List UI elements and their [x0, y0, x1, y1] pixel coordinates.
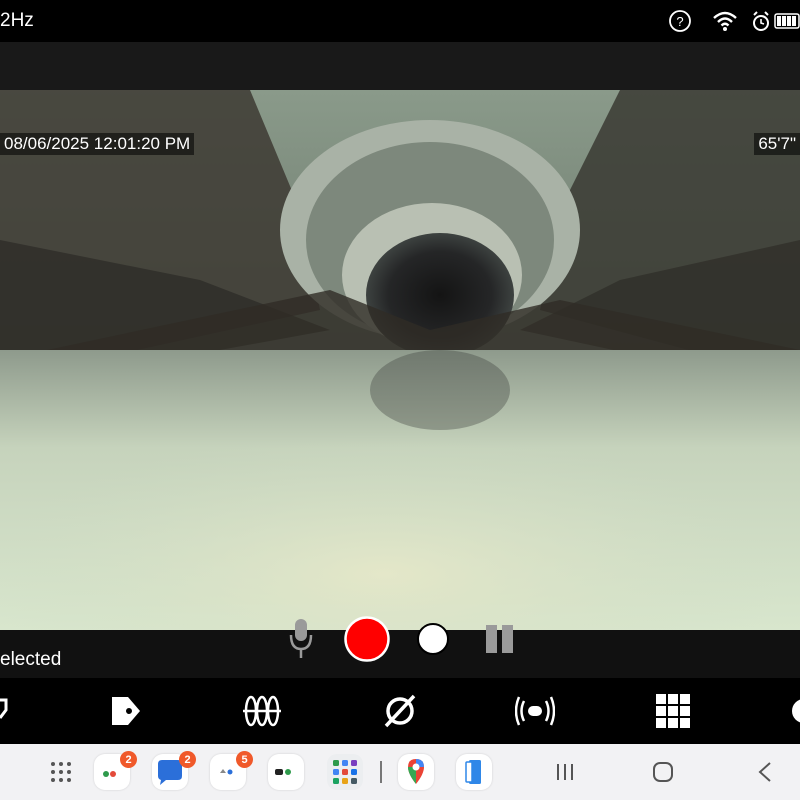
app-header-band: [0, 42, 800, 90]
timestamp-overlay: 08/06/2025 12:01:20 PM: [0, 133, 195, 155]
diameter-icon[interactable]: [380, 690, 420, 732]
alarm-icon: [750, 8, 772, 34]
control-bar: [0, 630, 800, 678]
partial-icon[interactable]: [0, 690, 10, 732]
messages-badge: 2: [179, 751, 196, 768]
home-button[interactable]: [648, 758, 678, 786]
grid-icon[interactable]: [654, 690, 692, 732]
dock-divider: [380, 761, 382, 783]
snapshot-button[interactable]: [416, 622, 450, 656]
pause-button[interactable]: [484, 624, 516, 654]
app-folder-1-badge: 2: [120, 751, 137, 768]
maps-app-icon[interactable]: [398, 754, 434, 790]
svg-text:?: ?: [676, 14, 683, 29]
record-button[interactable]: [344, 616, 390, 662]
wifi-icon: [711, 8, 739, 34]
back-button[interactable]: [750, 758, 780, 786]
tag-icon[interactable]: [104, 690, 144, 732]
app-drawer-icon[interactable]: [48, 759, 74, 785]
frequency-text: 2Hz: [0, 10, 34, 31]
app-folder-4[interactable]: [268, 754, 304, 790]
pipe-segments-icon[interactable]: [240, 690, 284, 732]
recents-button[interactable]: [550, 758, 580, 786]
app-folder-3-badge: 5: [236, 751, 253, 768]
help-circle-icon[interactable]: ?: [667, 8, 693, 34]
distance-overlay: 65'7": [754, 133, 800, 155]
microphone-icon[interactable]: [287, 617, 315, 661]
camera-feed[interactable]: [0, 90, 800, 630]
battery-icon: [774, 8, 800, 34]
sonde-icon[interactable]: [514, 690, 556, 732]
app-folder-5[interactable]: [327, 754, 363, 790]
pipe-scene: [0, 90, 800, 630]
settings-icon[interactable]: [790, 690, 800, 732]
document-app-icon[interactable]: [456, 754, 492, 790]
selected-text: elected: [0, 649, 62, 670]
